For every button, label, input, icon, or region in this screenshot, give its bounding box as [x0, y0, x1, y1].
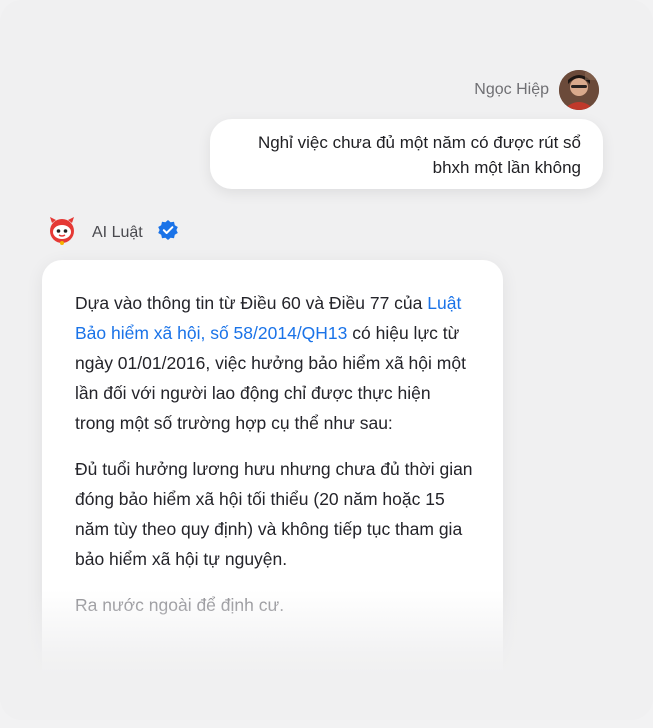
- user-message-bubble: Nghỉ việc chưa đủ một năm có được rút sổ…: [210, 119, 603, 189]
- user-message-text: Nghỉ việc chưa đủ một năm có được rút sổ…: [257, 133, 581, 177]
- bot-name: AI Luật: [92, 223, 143, 241]
- chat-window: Ngọc Hiệp Nghỉ việc chưa đủ một năm có đ…: [0, 0, 653, 720]
- user-name: Ngọc Hiệp: [474, 81, 549, 98]
- user-avatar[interactable]: [559, 70, 599, 110]
- bot-header: AI Luật: [46, 214, 179, 251]
- user-header: Ngọc Hiệp: [474, 70, 599, 110]
- response-text: Dựa vào thông tin từ Điều 60 và Điều 77 …: [75, 293, 428, 313]
- response-paragraph-3: Ra nước ngoài để định cư.: [75, 595, 285, 615]
- bot-message-card: Dựa vào thông tin từ Điều 60 và Điều 77 …: [42, 260, 503, 720]
- response-paragraph-1: Dựa vào thông tin từ Điều 60 và Điều 77 …: [75, 288, 473, 438]
- bot-avatar-icon: [46, 214, 78, 251]
- response-paragraph-2: Đủ tuổi hưởng lương hưu nhưng chưa đủ th…: [75, 459, 473, 569]
- check-badge-icon: [157, 219, 179, 246]
